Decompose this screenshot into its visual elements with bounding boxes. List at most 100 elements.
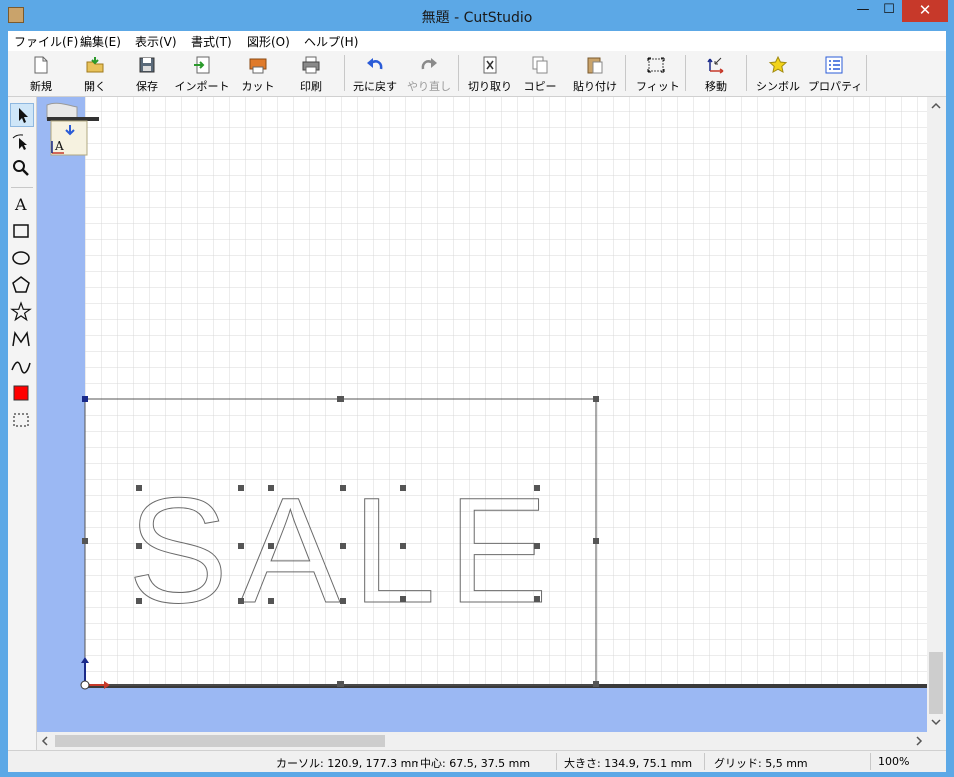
tool-palette: A bbox=[8, 97, 37, 752]
new-label: 新規 bbox=[30, 80, 52, 93]
cut-label: 切り取り bbox=[468, 80, 512, 93]
status-bar: カーソル: 120.9, 177.3 mm 中心: 67.5, 37.5 mm … bbox=[8, 750, 946, 772]
move-button[interactable]: 移動 bbox=[696, 53, 736, 93]
fit-label: フィット bbox=[636, 80, 680, 93]
printer-icon bbox=[302, 56, 320, 74]
copy-label: コピー bbox=[523, 80, 557, 93]
palette-separator bbox=[11, 187, 33, 188]
toolbar-separator bbox=[458, 55, 459, 91]
status-center: 中心: 67.5, 37.5 mm bbox=[420, 757, 531, 770]
svg-text:A: A bbox=[14, 195, 27, 214]
fit-frame-icon bbox=[647, 57, 665, 73]
menu-shape[interactable]: 図形(O) bbox=[247, 33, 290, 50]
paste-clipboard-icon bbox=[587, 57, 603, 74]
fill-color-tool[interactable] bbox=[10, 382, 34, 406]
node-edit-tool[interactable] bbox=[10, 130, 34, 154]
undo-button[interactable]: 元に戻す bbox=[351, 53, 399, 93]
redo-button[interactable]: やり直し bbox=[405, 53, 453, 93]
star-icon bbox=[10, 301, 32, 322]
close-button[interactable]: ✕ bbox=[902, 0, 948, 22]
title-bar: 無題 - CutStudio — ☐ ✕ bbox=[0, 0, 954, 31]
status-separator bbox=[704, 753, 705, 770]
undo-icon bbox=[367, 58, 383, 70]
arrow-pointer-icon bbox=[19, 108, 28, 123]
rectangle-tool[interactable] bbox=[10, 220, 34, 244]
node-edit-icon bbox=[12, 134, 27, 150]
symbol-label: シンボル bbox=[756, 80, 800, 93]
new-button[interactable]: 新規 bbox=[22, 53, 60, 93]
cut-button[interactable]: 切り取り bbox=[466, 53, 514, 93]
copy-icon bbox=[532, 56, 548, 74]
vertical-scrollbar[interactable] bbox=[927, 97, 946, 732]
svg-text:A: A bbox=[54, 139, 64, 153]
zoom-tool[interactable] bbox=[10, 157, 34, 181]
save-label: 保存 bbox=[136, 80, 158, 93]
vertical-scroll-thumb[interactable] bbox=[929, 652, 943, 714]
polyline-tool[interactable] bbox=[10, 328, 34, 352]
properties-button[interactable]: プロパティ bbox=[808, 53, 863, 93]
scroll-left-icon[interactable] bbox=[41, 736, 48, 746]
ellipse-tool[interactable] bbox=[10, 247, 34, 271]
horizontal-scroll-thumb[interactable] bbox=[55, 735, 385, 747]
window-title: 無題 - CutStudio bbox=[421, 10, 533, 26]
properties-label: プロパティ bbox=[808, 80, 863, 93]
menu-view[interactable]: 表示(V) bbox=[135, 33, 177, 50]
cut-plot-label: カット bbox=[241, 80, 275, 93]
sale-outline-text[interactable]: SALE bbox=[128, 466, 549, 635]
cutter-icon bbox=[249, 58, 267, 74]
open-button[interactable]: 開く bbox=[76, 53, 114, 93]
status-size: 大きさ: 134.9, 75.1 mm bbox=[564, 757, 693, 770]
menu-help[interactable]: ヘルプ(H) bbox=[304, 33, 358, 50]
status-grid: グリッド: 5,5 mm bbox=[714, 757, 808, 770]
status-cursor: カーソル: 120.9, 177.3 mm bbox=[276, 757, 418, 770]
polygon-tool[interactable] bbox=[10, 274, 34, 298]
menu-file[interactable]: ファイル(F) bbox=[14, 33, 78, 50]
scroll-down-icon[interactable] bbox=[931, 719, 941, 726]
move-label: 移動 bbox=[705, 80, 727, 93]
cut-area-tool[interactable] bbox=[10, 409, 34, 433]
toolbar-separator bbox=[866, 55, 867, 91]
import-label: インポート bbox=[174, 80, 230, 93]
curve-tool[interactable] bbox=[10, 355, 34, 379]
app-window: 無題 - CutStudio — ☐ ✕ ファイル(F) 編集(E) 表示(V)… bbox=[0, 0, 954, 777]
drawing-canvas[interactable]: SALE A bbox=[37, 97, 927, 732]
print-label: 印刷 bbox=[300, 80, 322, 93]
select-tool[interactable] bbox=[10, 103, 34, 127]
new-file-icon bbox=[34, 56, 48, 74]
save-button[interactable]: 保存 bbox=[128, 53, 166, 93]
import-button[interactable]: インポート bbox=[174, 53, 230, 93]
open-folder-icon bbox=[86, 57, 104, 73]
canvas-svg: SALE A bbox=[37, 97, 927, 732]
scissors-icon bbox=[483, 56, 497, 74]
text-tool[interactable]: A bbox=[10, 193, 34, 217]
menu-edit[interactable]: 編集(E) bbox=[80, 33, 121, 50]
toolbar: 新規 開く 保存 インポート カット 印刷 元に戻す やり直し 切り取り コピー… bbox=[8, 51, 946, 97]
print-button[interactable]: 印刷 bbox=[292, 53, 330, 93]
scroll-up-icon[interactable] bbox=[931, 102, 941, 109]
fit-button[interactable]: フィット bbox=[636, 53, 680, 93]
menu-format[interactable]: 書式(T) bbox=[191, 33, 232, 50]
cut-plot-button[interactable]: カット bbox=[239, 53, 277, 93]
copy-button[interactable]: コピー bbox=[521, 53, 559, 93]
redo-icon bbox=[421, 58, 437, 70]
ellipse-icon bbox=[12, 251, 30, 265]
paste-label: 貼り付け bbox=[573, 80, 617, 93]
status-separator bbox=[556, 753, 557, 770]
red-swatch-icon bbox=[13, 385, 29, 401]
status-separator bbox=[870, 753, 871, 770]
redo-label: やり直し bbox=[407, 80, 451, 93]
toolbar-separator bbox=[344, 55, 345, 91]
text-a-icon: A bbox=[14, 195, 27, 214]
toolbar-separator bbox=[625, 55, 626, 91]
horizontal-scrollbar[interactable] bbox=[37, 732, 927, 750]
symbol-button[interactable]: シンボル bbox=[754, 53, 802, 93]
scroll-right-icon[interactable] bbox=[916, 736, 923, 746]
paste-button[interactable]: 貼り付け bbox=[571, 53, 619, 93]
minimize-button[interactable]: — bbox=[850, 0, 876, 22]
status-zoom: 100% bbox=[878, 755, 910, 768]
maximize-button[interactable]: ☐ bbox=[876, 0, 902, 22]
dashed-rectangle-icon bbox=[13, 413, 29, 427]
magnifier-icon bbox=[13, 160, 29, 176]
move-axes-icon bbox=[707, 57, 724, 74]
star-tool[interactable] bbox=[10, 301, 34, 325]
